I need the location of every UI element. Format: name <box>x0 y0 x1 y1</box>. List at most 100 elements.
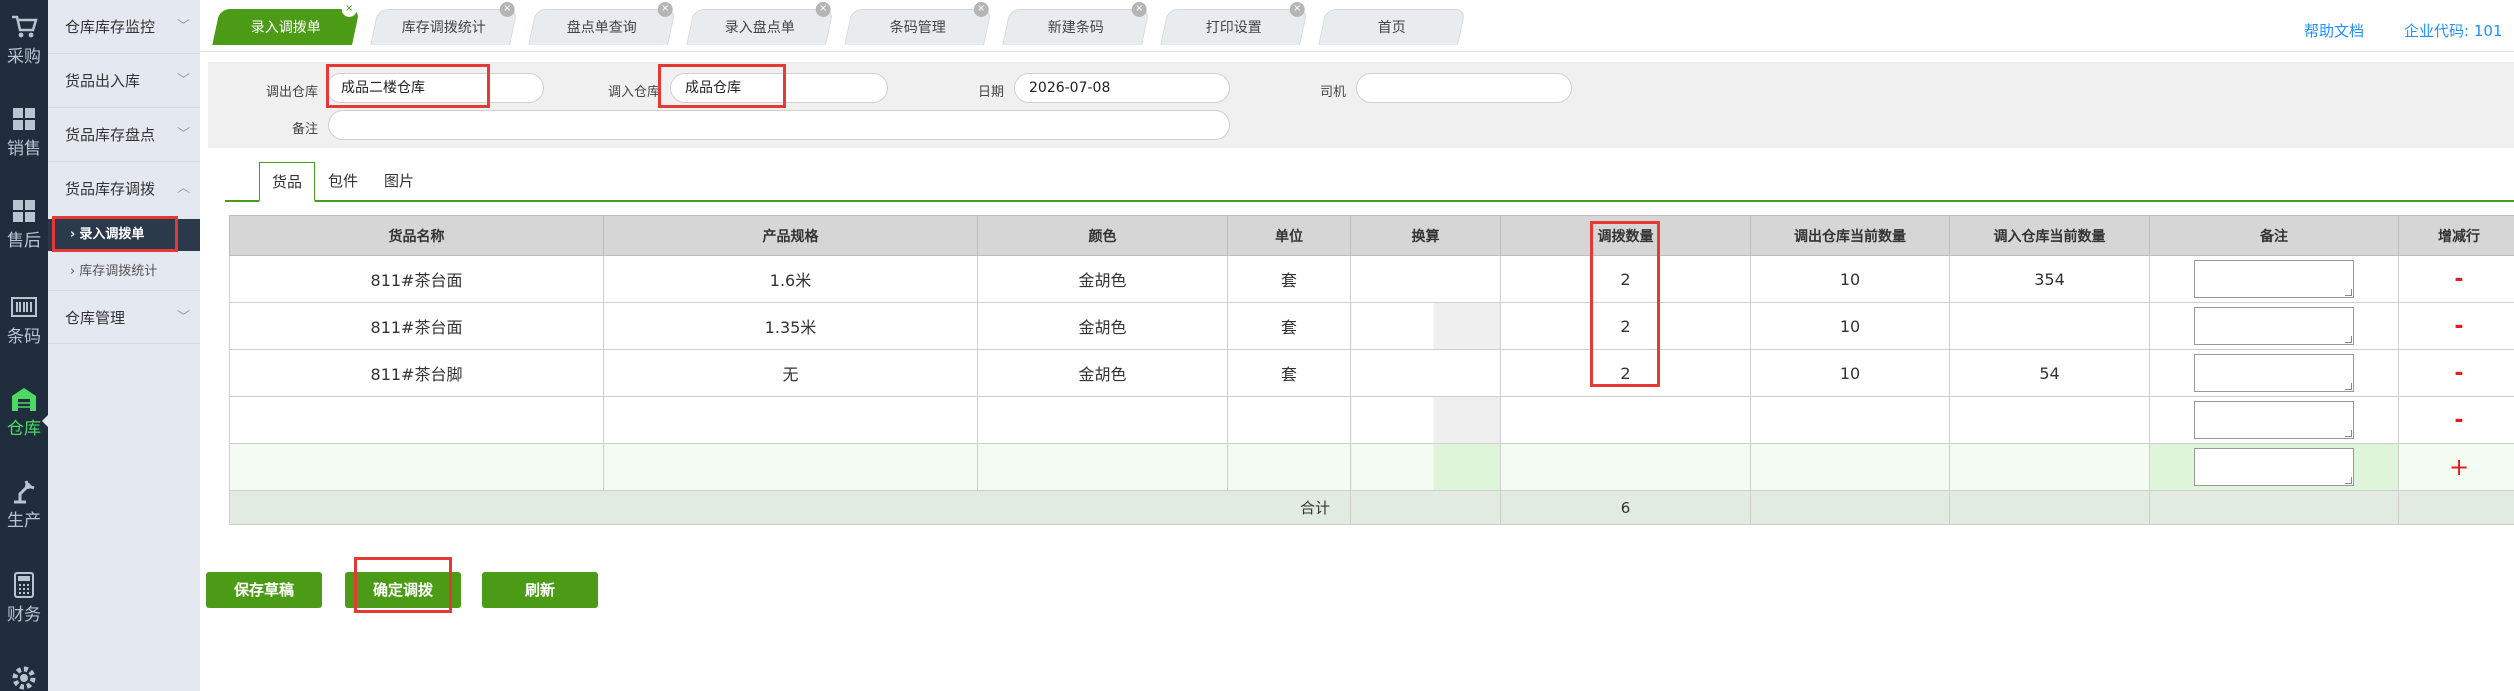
table-row: 811#茶台面 1.35米 金胡色 套 2 10 - <box>229 302 2514 350</box>
cell-out-qty: 10 <box>1750 349 1950 397</box>
tab-stocktake-query[interactable]: 盘点单查询 × <box>528 2 676 45</box>
col-header-qty: 调拨数量 <box>1500 215 1751 256</box>
cell-remark <box>2149 302 2399 350</box>
cell-color[interactable]: 金胡色 <box>977 302 1228 350</box>
goods-table: 货品名称 产品规格 颜色 单位 换算 调拨数量 调出仓库当前数量 调入仓库当前数… <box>229 215 2514 525</box>
out-warehouse-label: 调出仓库 <box>265 85 318 100</box>
driver-input[interactable] <box>1356 73 1572 103</box>
remove-row-button[interactable]: - <box>2454 361 2463 386</box>
tab-home[interactable]: 首页 <box>1318 9 1466 45</box>
cell-color[interactable] <box>977 443 1228 491</box>
close-icon[interactable]: × <box>815 2 831 17</box>
cell-conversion[interactable] <box>1350 443 1501 491</box>
gear-icon[interactable] <box>10 664 38 691</box>
help-link[interactable]: 帮助文档 <box>2304 20 2364 41</box>
cell-spec[interactable] <box>603 396 978 444</box>
sidebar-item-stock-monitor[interactable]: 仓库库存监控 ﹀ <box>48 0 200 54</box>
cell-qty[interactable]: 2 <box>1500 302 1751 350</box>
out-warehouse-select[interactable]: 成品二楼仓库 <box>326 73 544 103</box>
company-code: 企业代码: 101 <box>2404 22 2503 40</box>
cell-action: - <box>2398 255 2514 303</box>
tab-transfer-stats[interactable]: 库存调拨统计 × <box>370 2 518 45</box>
grid-icon <box>13 200 35 222</box>
close-icon[interactable]: × <box>1289 2 1305 17</box>
tab-new-barcode[interactable]: 新建条码 × <box>1002 2 1150 45</box>
close-icon[interactable]: × <box>973 2 989 17</box>
in-warehouse-select[interactable]: 成品仓库 <box>670 73 888 103</box>
cell-remark <box>2149 443 2399 491</box>
cell-qty[interactable]: 2 <box>1500 349 1751 397</box>
nav-finance[interactable]: 财务 <box>0 572 48 625</box>
nav-sales[interactable]: 销售 <box>0 106 48 159</box>
remark-textarea[interactable] <box>2194 401 2354 439</box>
cell-qty[interactable] <box>1500 396 1751 444</box>
close-icon[interactable]: × <box>657 2 673 17</box>
tab-barcode-mgmt[interactable]: 条码管理 × <box>844 2 992 45</box>
tab-enter-stocktake[interactable]: 录入盘点单 × <box>686 2 834 45</box>
col-header-unit: 单位 <box>1227 215 1351 256</box>
tab-images[interactable]: 图片 <box>372 162 426 202</box>
tab-print-settings[interactable]: 打印设置 × <box>1160 2 1308 45</box>
sidebar-item-inout[interactable]: 货品出入库 ﹀ <box>48 54 200 108</box>
cell-name[interactable] <box>229 443 604 491</box>
tab-enter-transfer[interactable]: 录入调拨单 × <box>212 2 360 45</box>
remove-row-button[interactable]: - <box>2454 314 2463 339</box>
nav-warehouse[interactable]: 仓库 <box>0 386 48 439</box>
table-header-row: 货品名称 产品规格 颜色 单位 换算 调拨数量 调出仓库当前数量 调入仓库当前数… <box>229 215 2514 256</box>
cell-conversion[interactable] <box>1350 349 1501 397</box>
remark-textarea[interactable] <box>2194 260 2354 298</box>
save-draft-button[interactable]: 保存草稿 <box>206 572 322 608</box>
cell-conversion[interactable] <box>1350 302 1501 350</box>
nav-production[interactable]: 生产 <box>0 478 48 531</box>
cell-color[interactable]: 金胡色 <box>977 255 1228 303</box>
close-icon[interactable]: × <box>499 2 515 17</box>
cell-spec[interactable] <box>603 443 978 491</box>
cell-name[interactable]: 811#茶台面 <box>229 302 604 350</box>
barcode-icon <box>11 297 37 317</box>
remark-textarea[interactable] <box>2194 307 2354 345</box>
tab-goods[interactable]: 货品 <box>259 162 316 202</box>
cell-spec[interactable]: 1.35米 <box>603 302 978 350</box>
add-row-button[interactable]: + <box>2449 453 2469 481</box>
date-input[interactable]: 2026-07-08 <box>1014 73 1230 103</box>
remove-row-button[interactable]: - <box>2454 267 2463 292</box>
cell-spec[interactable]: 1.6米 <box>603 255 978 303</box>
driver-label: 司机 <box>1319 85 1346 100</box>
cell-in-qty: 354 <box>1949 255 2150 303</box>
cell-out-qty: 10 <box>1750 302 1950 350</box>
nav-barcode[interactable]: 条码 <box>0 294 48 347</box>
sidebar-subitem-enter-transfer[interactable]: › 录入调拨单 <box>48 219 200 251</box>
close-icon[interactable]: × <box>1131 2 1147 17</box>
remove-row-button[interactable]: - <box>2454 408 2463 433</box>
nav-label: 条码 <box>7 327 41 347</box>
sidebar-subitem-transfer-stats[interactable]: › 库存调拨统计 <box>48 256 200 288</box>
sidebar-item-stocktake[interactable]: 货品库存盘点 ﹀ <box>48 108 200 162</box>
sidebar-item-transfer[interactable]: 货品库存调拨 ︿ <box>48 162 200 216</box>
refresh-button[interactable]: 刷新 <box>482 572 598 608</box>
confirm-transfer-button[interactable]: 确定调拨 <box>345 572 461 608</box>
cell-qty[interactable] <box>1500 443 1751 491</box>
cell-unit <box>1227 396 1351 444</box>
sidebar-item-warehouse-mgmt[interactable]: 仓库管理 ﹀ <box>48 290 200 344</box>
cell-color[interactable]: 金胡色 <box>977 349 1228 397</box>
cell-conversion[interactable] <box>1350 255 1501 303</box>
cell-conversion[interactable] <box>1350 396 1501 444</box>
cell-name[interactable] <box>229 396 604 444</box>
nav-purchase[interactable]: 采购 <box>0 14 48 67</box>
cell-color[interactable] <box>977 396 1228 444</box>
tab-label: 库存调拨统计 <box>401 20 486 36</box>
cell-name[interactable]: 811#茶台脚 <box>229 349 604 397</box>
cell-qty[interactable]: 2 <box>1500 255 1751 303</box>
remark-textarea[interactable] <box>2194 354 2354 392</box>
cell-name[interactable]: 811#茶台面 <box>229 255 604 303</box>
table-row: 811#茶台面 1.6米 金胡色 套 2 10 354 - <box>229 255 2514 303</box>
close-icon[interactable]: × <box>341 2 357 17</box>
tab-label: 录入调拨单 <box>250 20 321 36</box>
nav-label: 生产 <box>7 511 41 531</box>
tab-packages[interactable]: 包件 <box>316 162 370 202</box>
cell-spec[interactable]: 无 <box>603 349 978 397</box>
in-warehouse-label: 调入仓库 <box>607 85 660 100</box>
nav-aftersales[interactable]: 售后 <box>0 198 48 251</box>
remark-textarea[interactable] <box>2194 448 2354 486</box>
remark-input[interactable] <box>328 110 1230 140</box>
